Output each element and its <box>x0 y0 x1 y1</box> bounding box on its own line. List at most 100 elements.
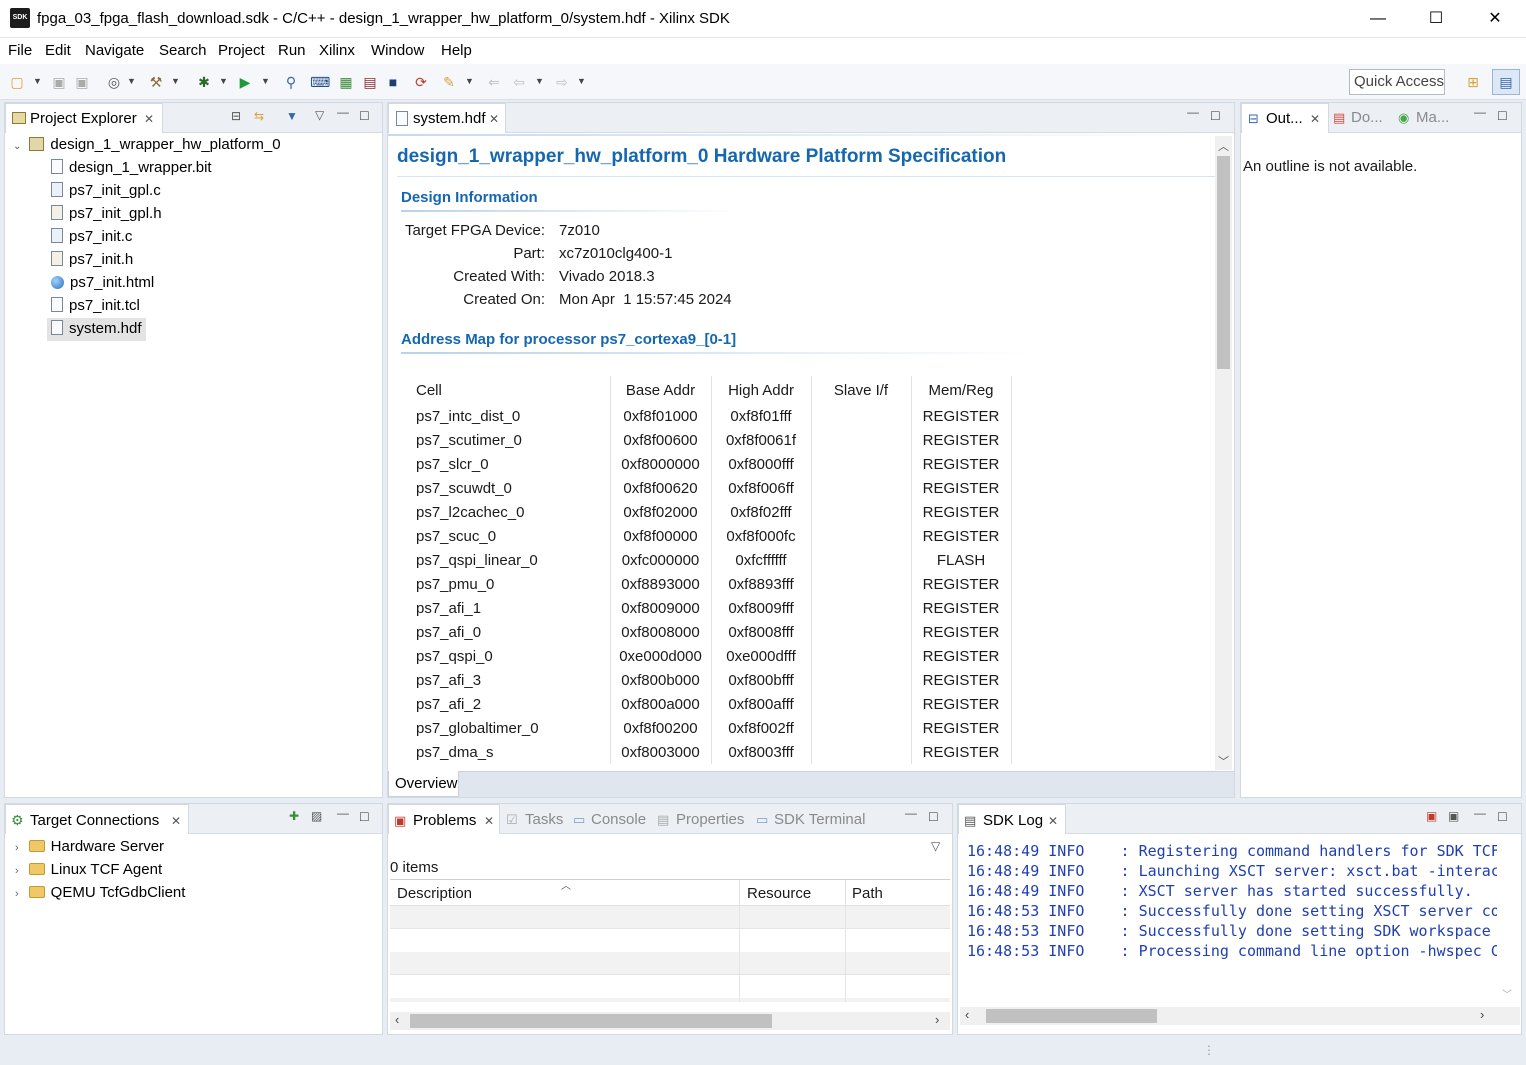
scroll-up-icon[interactable]: ︿ <box>1218 138 1229 154</box>
menu-window[interactable]: Window <box>371 42 424 59</box>
collapse-all-icon[interactable]: ⊟ <box>231 109 241 123</box>
link-with-editor-icon[interactable]: ⇆ <box>254 109 264 123</box>
target-item[interactable]: › Linux TCF Agent <box>15 861 162 884</box>
column-header[interactable]: Mem/Reg <box>911 376 1012 404</box>
tasks-tab[interactable]: Tasks <box>525 811 563 828</box>
expand-chevron-icon[interactable]: › <box>15 888 19 900</box>
scroll-down-icon[interactable]: ﹀ <box>1218 753 1229 769</box>
scroll-right-icon[interactable]: › <box>935 1012 939 1027</box>
program-fpga-icon[interactable]: ▦ <box>337 73 355 91</box>
properties-tab[interactable]: Properties <box>676 811 744 828</box>
maximize-button[interactable]: ☐ <box>1407 0 1465 38</box>
cpp-perspective-button[interactable]: ▤ <box>1492 69 1520 95</box>
close-window-button[interactable]: ✕ <box>1466 0 1524 38</box>
column-header[interactable]: Cell <box>408 376 611 404</box>
scroll-thumb[interactable] <box>1217 156 1230 369</box>
next-annotation-icon[interactable]: ✎ <box>440 73 458 91</box>
filter-icon[interactable]: ▼ <box>286 109 298 123</box>
minimize-view-icon[interactable]: — <box>1474 105 1486 119</box>
outline-tab[interactable]: ⊟ Out... ✕ <box>1241 103 1329 133</box>
maximize-view-icon[interactable]: ☐ <box>359 810 370 824</box>
target-icon[interactable]: ◎ <box>105 73 123 91</box>
sdk-terminal-tab[interactable]: SDK Terminal <box>774 811 865 828</box>
tree-item-file[interactable]: ps7_init.c <box>51 228 132 251</box>
minimize-view-icon[interactable]: — <box>905 806 917 820</box>
view-menu-icon[interactable]: ▽ <box>315 108 324 122</box>
annotation-dropdown-icon[interactable]: ▼ <box>465 76 474 86</box>
expand-chevron-icon[interactable]: › <box>15 842 19 854</box>
maximize-view-icon[interactable]: ☐ <box>1497 810 1508 824</box>
debug-dropdown-icon[interactable]: ▼ <box>219 76 228 86</box>
minimize-view-icon[interactable]: — <box>1187 105 1199 119</box>
log-vertical-scrollbar[interactable]: ﹀ <box>1500 842 1516 1002</box>
save-all-icon[interactable]: ▣ <box>73 73 91 91</box>
xsct-console-icon[interactable]: ■ <box>384 73 402 91</box>
scroll-thumb[interactable] <box>410 1014 772 1028</box>
documentation-tab[interactable]: Do... <box>1351 109 1383 126</box>
log-horizontal-scrollbar[interactable]: ‹ › <box>960 1007 1520 1025</box>
terminal-icon[interactable]: ⌨ <box>310 73 330 91</box>
save-icon[interactable]: ▣ <box>50 73 68 91</box>
back-dropdown-icon[interactable]: ▼ <box>535 76 544 86</box>
column-header[interactable]: High Addr <box>711 376 812 404</box>
target-item[interactable]: › QEMU TcfGdbClient <box>15 884 185 907</box>
tree-item-file-selected[interactable]: system.hdf <box>47 318 146 341</box>
target-connections-tab[interactable]: ⚙ Target Connections ✕ <box>5 804 189 834</box>
scroll-right-icon[interactable]: › <box>1480 1007 1484 1022</box>
build-hammer-icon[interactable]: ⚒ <box>147 73 165 91</box>
overview-tab[interactable]: Overview <box>388 771 459 797</box>
menu-project[interactable]: Project <box>218 42 265 59</box>
clear-log-icon[interactable]: ▣ <box>1426 809 1437 823</box>
forward-dropdown-icon[interactable]: ▼ <box>577 76 586 86</box>
system-hdf-tab[interactable]: system.hdf ✕ <box>388 103 506 133</box>
debug-bug-icon[interactable]: ✱ <box>195 73 213 91</box>
scroll-left-icon[interactable]: ‹ <box>395 1012 399 1027</box>
refresh-icon[interactable]: ⟳ <box>412 73 430 91</box>
expand-chevron-icon[interactable]: › <box>15 865 19 877</box>
close-tab-icon[interactable]: ✕ <box>484 814 494 828</box>
external-tools-icon[interactable]: ⚲ <box>282 73 300 91</box>
menu-run[interactable]: Run <box>278 42 306 59</box>
menu-help[interactable]: Help <box>441 42 472 59</box>
make-target-tab[interactable]: Ma... <box>1416 109 1449 126</box>
menu-file[interactable]: File <box>8 42 32 59</box>
edit-target-icon[interactable]: ▨ <box>311 809 322 823</box>
back-icon[interactable]: ⇦ <box>510 73 528 91</box>
new-icon[interactable]: ▢ <box>8 73 26 91</box>
target-dropdown-icon[interactable]: ▼ <box>127 76 136 86</box>
tree-item-file[interactable]: ps7_init.h <box>51 251 133 274</box>
maximize-view-icon[interactable]: ☐ <box>1210 109 1221 123</box>
tree-item-root[interactable]: ⌄ design_1_wrapper_hw_platform_0 <box>13 136 281 159</box>
run-dropdown-icon[interactable]: ▼ <box>261 76 270 86</box>
column-header-path[interactable]: Path <box>852 885 883 902</box>
minimize-view-icon[interactable]: — <box>337 806 349 820</box>
forward-icon[interactable]: ⇨ <box>553 73 571 91</box>
build-dropdown-icon[interactable]: ▼ <box>171 76 180 86</box>
column-header[interactable]: Slave I/f <box>811 376 912 404</box>
column-header[interactable]: Base Addr <box>610 376 712 404</box>
tree-item-file[interactable]: ps7_init.html <box>51 274 154 297</box>
target-item[interactable]: › Hardware Server <box>15 838 164 861</box>
scroll-thumb[interactable] <box>986 1009 1157 1023</box>
close-tab-icon[interactable]: ✕ <box>489 112 499 126</box>
view-menu-icon[interactable]: ▽ <box>931 839 940 853</box>
new-target-icon[interactable]: ✚ <box>289 809 299 823</box>
minimize-button[interactable]: — <box>1349 0 1407 38</box>
tree-item-file[interactable]: ps7_init.tcl <box>51 297 140 320</box>
problems-tab[interactable]: ▣ Problems ✕ <box>388 804 500 834</box>
run-icon[interactable]: ▶ <box>236 73 254 91</box>
maximize-view-icon[interactable]: ☐ <box>928 810 939 824</box>
editor-vertical-scrollbar[interactable]: ︿ ﹀ <box>1215 136 1232 770</box>
tree-item-file[interactable]: ps7_init_gpl.c <box>51 182 161 205</box>
minimize-view-icon[interactable]: — <box>1474 806 1486 820</box>
menu-edit[interactable]: Edit <box>45 42 71 59</box>
close-tab-icon[interactable]: ✕ <box>1048 814 1058 828</box>
menu-navigate[interactable]: Navigate <box>85 42 144 59</box>
close-tab-icon[interactable]: ✕ <box>171 814 181 828</box>
expand-chevron-icon[interactable]: ⌄ <box>13 141 21 152</box>
menu-search[interactable]: Search <box>159 42 207 59</box>
problems-horizontal-scrollbar[interactable]: ‹ › <box>390 1012 950 1030</box>
tree-item-file[interactable]: design_1_wrapper.bit <box>51 159 212 182</box>
last-edit-icon[interactable]: ⇐ <box>485 73 503 91</box>
tree-item-file[interactable]: ps7_init_gpl.h <box>51 205 162 228</box>
